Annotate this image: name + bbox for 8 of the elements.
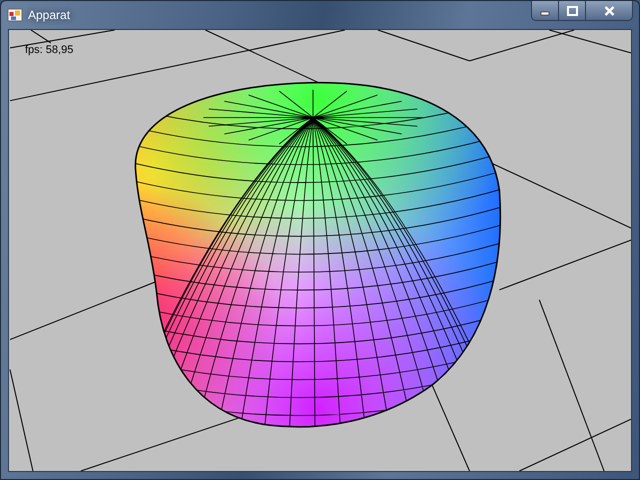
close-button[interactable] [586,1,632,20]
close-icon [604,6,614,16]
fps-counter: fps: 58,95 [25,44,74,56]
maximize-icon [566,6,578,16]
maximize-button[interactable] [559,1,586,20]
app-icon [7,7,23,23]
minimize-button[interactable] [532,1,559,20]
window-title: Apparat [28,8,72,22]
